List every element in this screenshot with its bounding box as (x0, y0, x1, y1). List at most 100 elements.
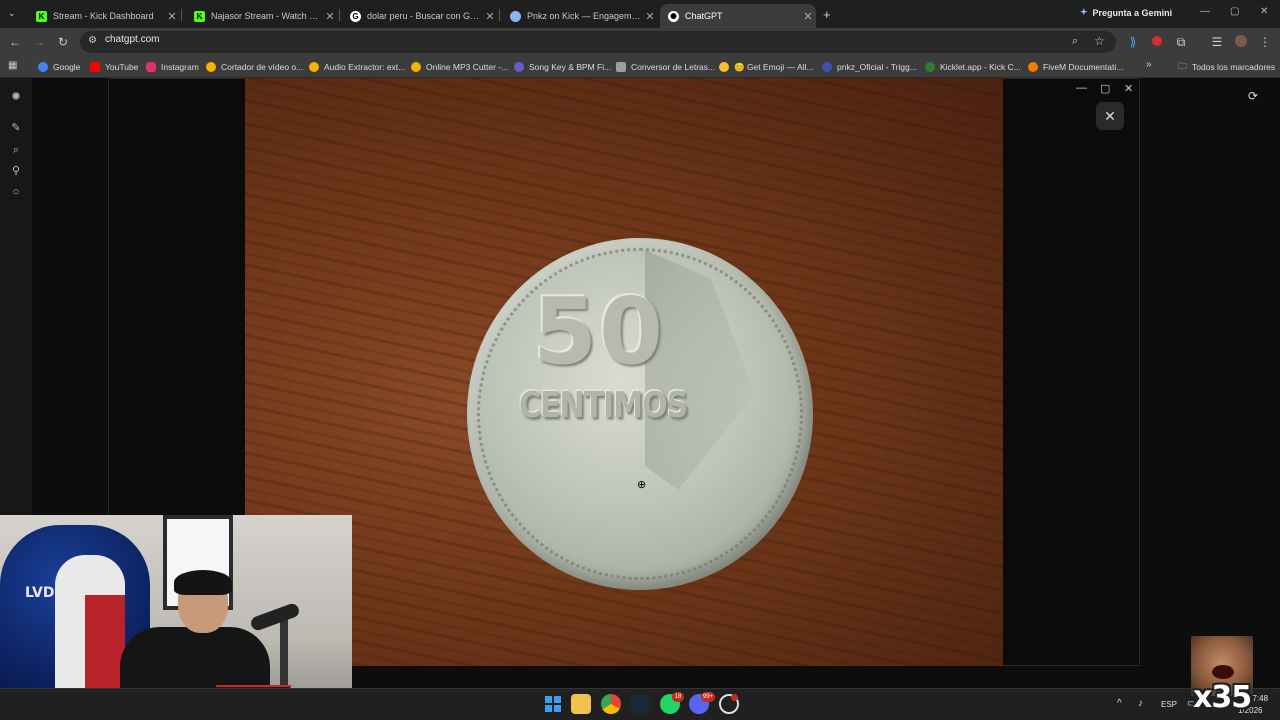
google-icon (38, 62, 48, 72)
gemini-icon: ✦ (1080, 7, 1088, 17)
emote-count: x35 (1193, 680, 1252, 715)
tray-chevron-icon[interactable]: ^ (1117, 698, 1122, 709)
bookmark-letter-converter[interactable]: Conversor de Letras... (616, 60, 715, 74)
close-window-icon[interactable]: ✕ (1260, 6, 1268, 17)
more-bookmarks-icon[interactable]: » (1146, 59, 1152, 70)
bookmark-label: Cortador de vídeo o... (221, 62, 304, 72)
forward-icon[interactable]: → (32, 35, 46, 49)
youtube-icon (90, 62, 100, 72)
close-tab-icon[interactable]: ✕ (642, 10, 658, 23)
back-icon[interactable]: ← (8, 35, 22, 49)
profile-avatar[interactable] (1234, 35, 1248, 49)
bookmark-label: YouTube (105, 62, 139, 72)
address-bar[interactable]: ⚙ ⌕ ☆ (80, 31, 1116, 53)
app-icon (822, 62, 832, 72)
windows-start-icon[interactable] (543, 694, 563, 714)
bookmark-mp3-cutter[interactable]: Online MP3 Cutter -... (411, 60, 508, 74)
tab-kick-dashboard[interactable]: K Stream - Kick Dashboard ✕ (28, 4, 180, 28)
whatsapp-badge: 18 (672, 692, 684, 702)
tab-chatgpt[interactable]: ✺ ChatGPT ✕ (660, 4, 816, 28)
search-icon[interactable]: ⌕ (9, 143, 23, 157)
tab-search-icon[interactable]: ☰ (1210, 35, 1224, 49)
bookmarks-bar: ▦ Google YouTube Instagram Cortador de v… (0, 56, 1280, 78)
emote-mouth (1212, 665, 1234, 679)
bookmark-song-key[interactable]: Song Key & BPM Fi... (514, 60, 611, 74)
browser-toolbar: ← → ↻ ⚙ ⌕ ☆ ⟫ ⧉ ☰ ⋮ (0, 28, 1280, 56)
bookmark-youtube[interactable]: YouTube (90, 60, 138, 74)
bookmark-star-icon[interactable]: ☆ (1094, 34, 1105, 48)
microphone-icon[interactable]: ♪ (1138, 698, 1143, 709)
bookmark-video-cutter[interactable]: Cortador de vídeo o... (206, 60, 303, 74)
close-viewer-button[interactable]: ✕ (1096, 102, 1124, 130)
music-icon (514, 62, 524, 72)
pin-icon[interactable]: ⚲ (9, 164, 23, 178)
close-icon[interactable]: ✕ (1124, 82, 1133, 95)
bookmark-label: Instagram (161, 62, 199, 72)
bookmark-label: Song Key & BPM Fi... (529, 62, 612, 72)
streamer-hair (174, 570, 232, 595)
new-tab-icon[interactable]: + (823, 7, 831, 22)
close-tab-icon[interactable]: ✕ (482, 10, 498, 23)
google-icon: G (350, 10, 361, 22)
coin-photo[interactable]: 50 CENTIMOS (245, 78, 1003, 666)
all-bookmarks-folder[interactable]: 🗀 Todos los marcadores (1178, 60, 1275, 74)
coin-value: 50 (533, 278, 666, 385)
extensions-puzzle-icon[interactable]: ⧉ (1174, 35, 1188, 49)
zoom-cursor-icon: ⊕ (637, 479, 647, 491)
close-tab-icon[interactable]: ✕ (800, 10, 816, 23)
file-explorer-icon[interactable] (571, 694, 591, 714)
chat-bubble-icon[interactable]: ○ (9, 185, 23, 199)
bookmark-fivem[interactable]: FiveM Documentati... (1028, 60, 1123, 74)
menu-icon[interactable]: ⋮ (1258, 35, 1272, 49)
bookmark-label: Google (53, 62, 81, 72)
emoji-icon (719, 62, 729, 72)
document-icon (616, 62, 626, 72)
bookmark-google[interactable]: Google (38, 60, 80, 74)
tab-dolar-peru[interactable]: G dolar peru - Buscar con Google ✕ (342, 4, 498, 28)
chrome-icon[interactable] (601, 694, 621, 714)
bookmark-audio-extractor[interactable]: Audio Extractor: ext... (309, 60, 405, 74)
new-chat-icon[interactable]: ✎ (9, 121, 23, 135)
coin: 50 CENTIMOS (467, 238, 813, 590)
app-icon (411, 62, 421, 72)
tab-search-icon[interactable]: ⌄ (8, 8, 16, 19)
tab-divider (181, 9, 182, 21)
reload-icon[interactable]: ↻ (56, 35, 70, 49)
gemini-button[interactable]: ✦ Pregunta a Gemini (1080, 7, 1172, 18)
bookmark-pnkz-oficial[interactable]: pnkz_Oficial - Trigg... (822, 60, 917, 74)
language-indicator[interactable]: ESP (1161, 700, 1177, 709)
bookmark-kicklet[interactable]: Kicklet.app - Kick C... (925, 60, 1021, 74)
tab-najasor-stream[interactable]: K Najasor Stream - Watch Live on ✕ (186, 4, 338, 28)
tab-label: Stream - Kick Dashboard (53, 11, 154, 21)
close-tab-icon[interactable]: ✕ (164, 10, 180, 23)
app-icon (309, 62, 319, 72)
bookmark-label: Conversor de Letras... (631, 62, 716, 72)
minimize-icon[interactable]: — (1076, 82, 1087, 94)
zoom-icon[interactable]: ⌕ (1072, 35, 1078, 48)
url-text[interactable]: chatgpt.com (105, 34, 159, 45)
bookmark-instagram[interactable]: Instagram (146, 60, 199, 74)
coin-denomination: CENTIMOS (519, 384, 688, 427)
minimize-icon[interactable]: — (1200, 6, 1210, 17)
maximize-icon[interactable]: ▢ (1230, 6, 1239, 17)
folder-icon: 🗀 (1178, 61, 1188, 71)
apps-grid-icon[interactable]: ▦ (8, 60, 17, 71)
close-tab-icon[interactable]: ✕ (322, 10, 338, 23)
bookmark-get-emoji[interactable]: 😊 Get Emoji — All... (719, 60, 814, 74)
sync-icon[interactable]: ⟳ (1248, 89, 1258, 103)
chatgpt-logo-icon[interactable]: ✺ (9, 90, 23, 104)
tab-label: Pnkz on Kick — Engagement A (527, 11, 642, 21)
discord-badge: 99+ (701, 692, 715, 702)
kick-icon: K (194, 10, 205, 22)
steam-icon[interactable] (630, 694, 650, 714)
tab-pnkz-engagement[interactable]: Pnkz on Kick — Engagement A ✕ (502, 4, 658, 28)
kick-icon: K (36, 10, 47, 22)
extension-icon[interactable]: ⟫ (1126, 35, 1140, 49)
bookmark-label: 😊 Get Emoji — All... (734, 61, 814, 72)
fivem-icon (1028, 62, 1038, 72)
maximize-icon[interactable]: ▢ (1100, 82, 1110, 95)
extension-red-icon[interactable] (1150, 35, 1164, 49)
bot-icon (510, 10, 521, 22)
site-info-icon[interactable]: ⚙ (88, 35, 97, 46)
microphone (249, 601, 301, 633)
